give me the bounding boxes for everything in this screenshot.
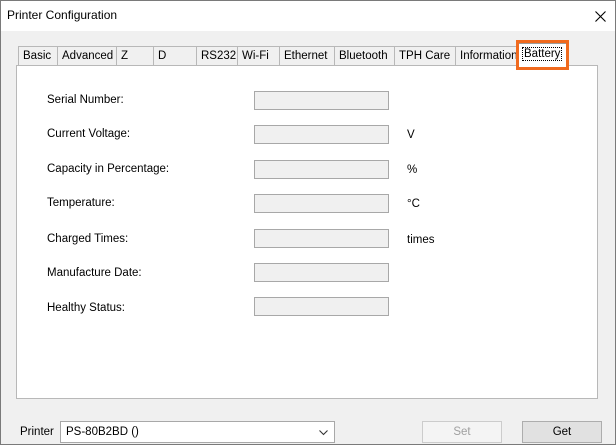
set-button[interactable]: Set bbox=[422, 421, 502, 443]
close-icon bbox=[594, 10, 606, 22]
serial-number-field[interactable] bbox=[254, 91, 389, 110]
voltage-unit: V bbox=[407, 129, 415, 141]
serial-number-label: Serial Number: bbox=[47, 94, 124, 106]
get-button[interactable]: Get bbox=[522, 421, 602, 443]
window-title: Printer Configuration bbox=[7, 8, 118, 22]
tab-label: RS232 bbox=[201, 50, 237, 62]
healthy-status-field[interactable] bbox=[254, 297, 389, 316]
tab-z[interactable]: Z bbox=[116, 46, 154, 65]
tab-wifi[interactable]: Wi-Fi bbox=[237, 46, 280, 65]
tab-label: Information bbox=[460, 50, 518, 62]
chevron-down-icon bbox=[319, 430, 328, 436]
manufacture-date-field[interactable] bbox=[254, 263, 389, 282]
tab-information[interactable]: Information bbox=[455, 46, 519, 65]
charged-times-unit: times bbox=[407, 234, 435, 246]
charged-times-field[interactable] bbox=[254, 229, 389, 248]
tab-rs232[interactable]: RS232 bbox=[196, 46, 238, 65]
tab-d[interactable]: D bbox=[153, 46, 197, 65]
close-button[interactable] bbox=[585, 1, 615, 31]
title-bar: Printer Configuration bbox=[1, 1, 615, 31]
temperature-label: Temperature: bbox=[47, 197, 115, 209]
battery-panel: Serial Number: Current Voltage: V Capaci… bbox=[16, 65, 598, 399]
healthy-status-label: Healthy Status: bbox=[47, 302, 125, 314]
tab-label: TPH Care bbox=[399, 50, 451, 62]
printer-select[interactable]: PS-80B2BD () bbox=[60, 421, 335, 443]
tab-label: Bluetooth bbox=[339, 50, 388, 62]
tab-advanced[interactable]: Advanced bbox=[57, 46, 117, 65]
capacity-label: Capacity in Percentage: bbox=[47, 163, 170, 175]
printer-label: Printer bbox=[20, 426, 54, 438]
current-voltage-field[interactable] bbox=[254, 125, 389, 144]
tab-label: D bbox=[158, 50, 167, 62]
tab-bluetooth[interactable]: Bluetooth bbox=[334, 46, 395, 65]
tab-basic[interactable]: Basic bbox=[18, 46, 58, 65]
capacity-unit: % bbox=[407, 164, 418, 176]
temperature-field[interactable] bbox=[254, 194, 389, 213]
tab-label: Basic bbox=[23, 50, 52, 62]
tab-label: Wi-Fi bbox=[242, 50, 269, 62]
tab-label: Advanced bbox=[62, 50, 114, 62]
tab-label: Ethernet bbox=[284, 50, 328, 62]
charged-times-label: Charged Times: bbox=[47, 233, 129, 245]
capacity-field[interactable] bbox=[254, 160, 389, 179]
manufacture-date-label: Manufacture Date: bbox=[47, 267, 142, 279]
temperature-unit: °C bbox=[407, 198, 420, 210]
tab-ethernet[interactable]: Ethernet bbox=[279, 46, 335, 65]
battery-tab-highlight bbox=[516, 40, 569, 70]
current-voltage-label: Current Voltage: bbox=[47, 128, 131, 140]
tab-label: Z bbox=[121, 50, 129, 62]
tab-tph-care[interactable]: TPH Care bbox=[394, 46, 456, 65]
printer-select-value: PS-80B2BD () bbox=[66, 426, 139, 438]
